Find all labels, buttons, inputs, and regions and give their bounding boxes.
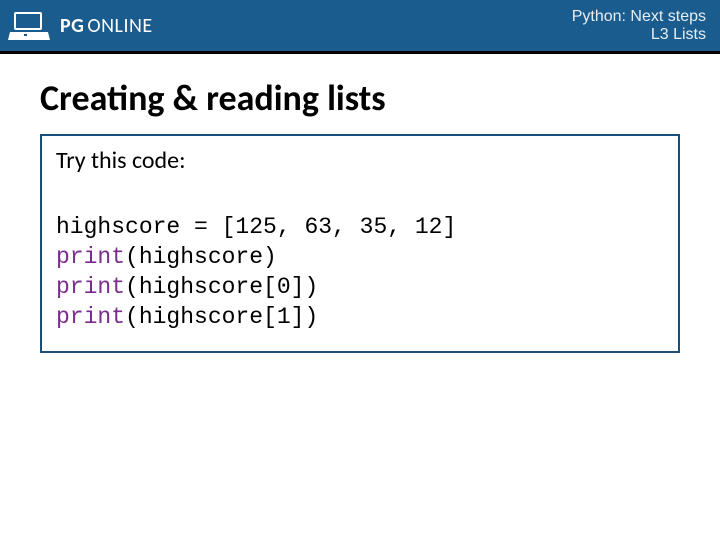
course-title: Python: Next steps [572, 8, 706, 26]
course-meta: Python: Next steps L3 Lists [572, 8, 706, 43]
laptop-icon [8, 10, 50, 42]
header-bar: PG ONLINE Python: Next steps L3 Lists [0, 0, 720, 54]
code-intro: Try this code: [56, 146, 664, 175]
slide-content: Creating & reading lists Try this code: … [0, 54, 720, 353]
code-line-4-arg: (highscore[1]) [125, 304, 318, 330]
brand: PG ONLINE [8, 10, 153, 42]
code-line-2-arg: (highscore) [125, 244, 277, 270]
brand-online: ONLINE [87, 14, 152, 38]
slide-title: Creating & reading lists [40, 76, 680, 120]
brand-pg: PG [60, 14, 84, 38]
print-keyword: print [56, 274, 125, 300]
brand-text: PG ONLINE [60, 14, 153, 38]
print-keyword: print [56, 304, 125, 330]
code-line-3-arg: (highscore[0]) [125, 274, 318, 300]
lesson-label: L3 Lists [572, 26, 706, 44]
code-line-1: highscore = [125, 63, 35, 12] [56, 214, 456, 240]
print-keyword: print [56, 244, 125, 270]
code-block: highscore = [125, 63, 35, 12] print(high… [56, 213, 664, 333]
code-box: Try this code: highscore = [125, 63, 35,… [40, 134, 680, 353]
